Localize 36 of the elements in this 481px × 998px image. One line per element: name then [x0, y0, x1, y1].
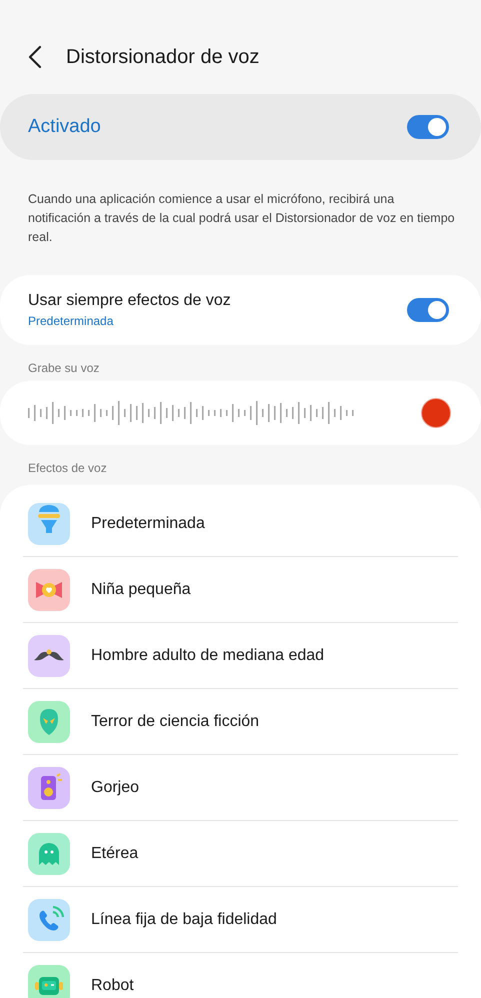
effect-label: Niña pequeña — [91, 580, 191, 598]
setting-value: Predeterminada — [28, 314, 114, 328]
phone-icon — [28, 898, 70, 940]
section-header: Grabe su voz — [28, 361, 100, 375]
effect-item[interactable]: Niña pequeña — [23, 557, 458, 623]
effect-item[interactable]: Etérea — [23, 821, 458, 887]
effect-label: Terror de ciencia ficción — [91, 712, 260, 730]
effect-item[interactable]: Terror de ciencia ficción — [23, 689, 458, 755]
bow-icon — [28, 568, 70, 610]
effect-label: Etérea — [91, 844, 138, 862]
mustache-icon — [28, 634, 70, 676]
toggle-switch[interactable] — [407, 115, 449, 139]
effect-label: Predeterminada — [91, 514, 205, 532]
effect-item[interactable]: Gorjeo — [23, 755, 458, 821]
effect-label: Línea fija de baja fidelidad — [91, 910, 277, 928]
setting-card[interactable]: Usar siempre efectos de voz Predeterminada — [0, 275, 481, 345]
effect-item[interactable]: Línea fija de baja fidelidad — [23, 887, 458, 953]
speaker-icon — [28, 766, 70, 808]
effect-label: Gorjeo — [91, 778, 140, 796]
back-button[interactable] — [28, 44, 44, 70]
ghost-icon — [28, 832, 70, 874]
toggle-switch[interactable] — [407, 298, 449, 322]
effect-label: Hombre adulto de mediana edad — [91, 646, 324, 664]
section-header: Efectos de voz — [28, 461, 108, 475]
effect-item[interactable]: Hombre adulto de mediana edad — [23, 623, 458, 689]
effect-label: Robot — [91, 976, 134, 994]
lamp-icon — [28, 502, 70, 544]
effect-item[interactable]: Robot — [23, 953, 458, 998]
effect-item[interactable]: Predeterminada — [23, 491, 458, 557]
record-button[interactable] — [421, 398, 451, 428]
switch-label: Activado — [28, 116, 101, 138]
description-text: Cuando una aplicación comience a usar el micrófono, recibirá una notificación a través de la cual podrá usar el Distorsionador de voz en tiempo real. — [28, 191, 456, 246]
setting-label: Usar siempre efectos de voz — [28, 292, 231, 310]
alien-icon — [28, 700, 70, 742]
master-switch-card[interactable]: Activado — [0, 94, 481, 160]
screen-title: Distorsionador de voz — [66, 46, 260, 68]
